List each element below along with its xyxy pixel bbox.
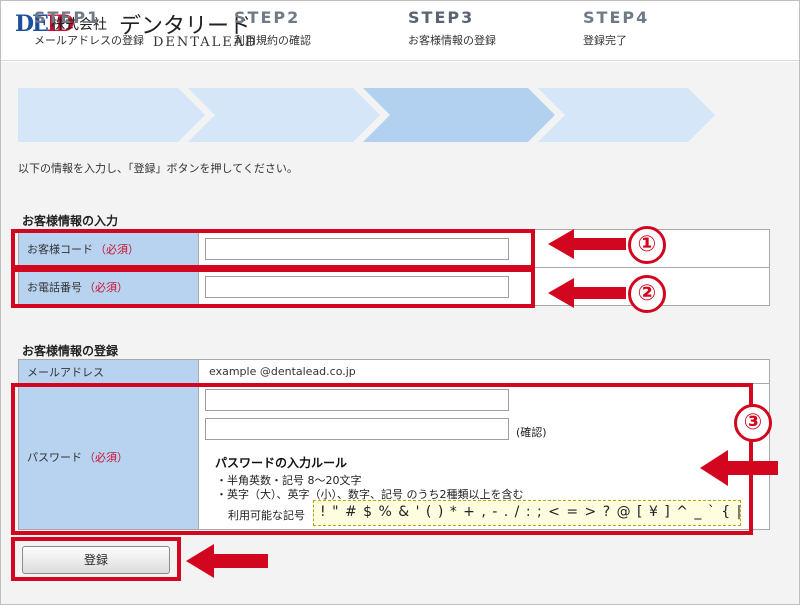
marker-2: ② xyxy=(628,275,666,313)
section-title-register: お客様情報の登録 xyxy=(22,344,119,358)
email-label: メールアドレス xyxy=(18,359,199,384)
intro-text: 以下の情報を入力し、「登録」ボタンを押してください。 xyxy=(18,162,298,175)
step-3-shape xyxy=(363,88,555,142)
email-value: example @dentalead.co.jp xyxy=(198,359,770,384)
highlight-box-2 xyxy=(11,268,535,308)
step-2-shape xyxy=(188,88,380,142)
step-1-shape xyxy=(18,88,205,142)
section-title-input: お客様情報の入力 xyxy=(22,214,119,228)
arrow-left-icon xyxy=(186,544,268,578)
step-1: STEP1 メールアドレスの登録 xyxy=(34,8,144,47)
step-progress xyxy=(18,88,715,142)
marker-1: ① xyxy=(628,226,666,264)
arrow-left-icon xyxy=(548,278,626,308)
highlight-box-submit xyxy=(11,537,181,581)
highlight-box-3 xyxy=(11,383,753,535)
arrow-left-icon xyxy=(700,450,778,486)
step-4: STEP4 登録完了 xyxy=(583,8,650,47)
step-3: STEP3 お客様情報の登録 xyxy=(408,8,496,47)
highlight-box-1 xyxy=(11,229,535,269)
step-4-shape xyxy=(538,88,715,142)
marker-3: ③ xyxy=(734,404,772,442)
step-2: STEP2 利用規約の確認 xyxy=(234,8,311,47)
arrow-left-icon xyxy=(548,229,626,259)
